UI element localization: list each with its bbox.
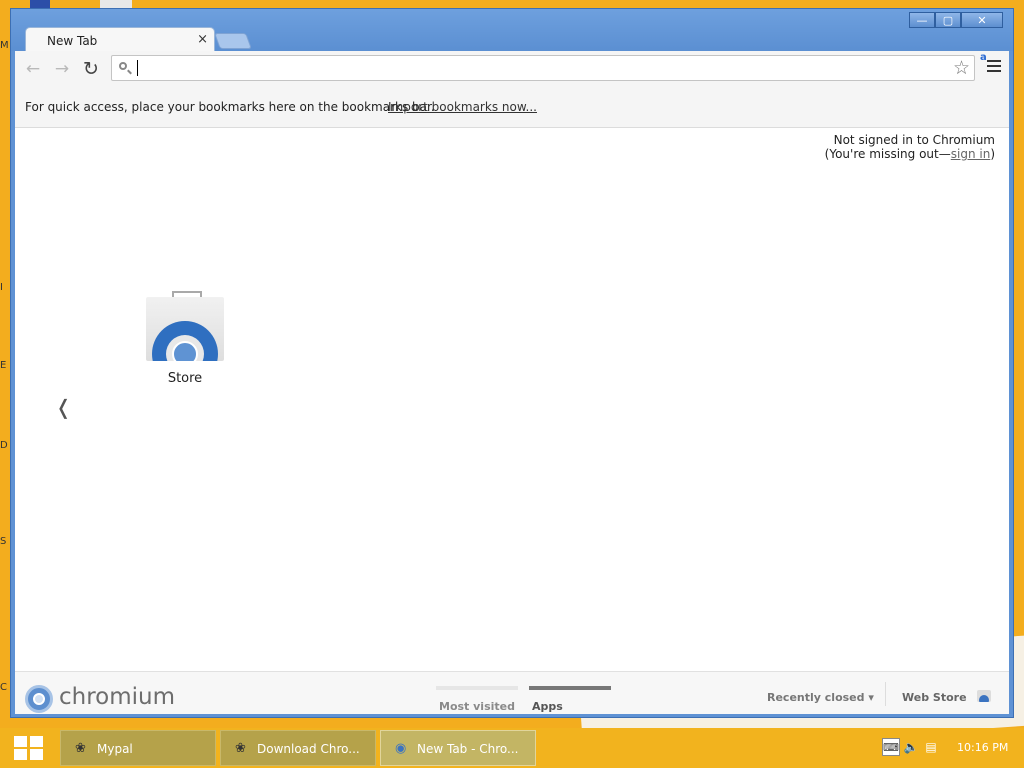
- web-store-icon: [146, 291, 224, 361]
- signin-status: Not signed in to Chromium: [833, 133, 995, 147]
- tab-apps[interactable]: Apps: [529, 686, 611, 713]
- bookmark-star-icon[interactable]: ☆: [953, 57, 970, 79]
- mypal-icon: ❀: [75, 741, 86, 756]
- browser-window: — ▢ ✕ New Tab × ← → ↻ ☆ a For quick acce…: [10, 8, 1014, 718]
- task-label: New Tab - Chro...: [417, 742, 519, 756]
- tab-title: New Tab: [47, 34, 98, 48]
- signin-suffix: ): [990, 147, 995, 161]
- text-caret: [137, 60, 138, 76]
- desktop-icon[interactable]: [100, 0, 132, 8]
- omnibox[interactable]: ☆: [111, 55, 975, 81]
- task-label: Download Chro...: [257, 742, 360, 756]
- window-controls: — ▢ ✕: [909, 12, 1003, 28]
- taskbar-item-download[interactable]: ❀ Download Chro...: [220, 730, 376, 766]
- ntp-footer: chromium Most visited Apps Recently clos…: [15, 671, 1009, 714]
- tab-label: Most visited: [439, 700, 515, 713]
- import-bookmarks-link[interactable]: Import bookmarks now...: [388, 100, 537, 114]
- bookmarks-bar-message: For quick access, place your bookmarks h…: [25, 100, 435, 114]
- volume-icon[interactable]: 🔈: [902, 738, 920, 756]
- desktop-icon[interactable]: [30, 0, 50, 8]
- clock[interactable]: 10:16 PM: [957, 741, 1008, 754]
- chromium-icon: ◉: [395, 741, 407, 756]
- signin-missing-out: (You're missing out—sign in): [825, 147, 995, 161]
- search-icon: [119, 62, 127, 70]
- recently-closed-menu[interactable]: Recently closed ▾: [767, 691, 874, 704]
- tab-new-tab[interactable]: New Tab ×: [25, 27, 215, 53]
- minimize-button[interactable]: —: [909, 12, 935, 28]
- taskbar-item-mypal[interactable]: ❀ Mypal: [60, 730, 216, 766]
- brand-name: chromium: [59, 684, 176, 710]
- forward-arrow-icon[interactable]: →: [52, 59, 72, 79]
- address-input[interactable]: [136, 59, 940, 79]
- close-window-button[interactable]: ✕: [961, 12, 1003, 28]
- tab-close-icon[interactable]: ×: [197, 32, 208, 47]
- web-store-small-icon[interactable]: [977, 690, 991, 702]
- mypal-icon: ❀: [235, 741, 246, 756]
- back-arrow-icon[interactable]: ←: [23, 59, 43, 79]
- web-store-link[interactable]: Web Store: [902, 691, 967, 704]
- previous-page-chevron-icon[interactable]: ❬: [55, 395, 72, 419]
- signin-promo: Not signed in to Chromium (You're missin…: [825, 133, 995, 161]
- taskbar: ❀ Mypal ❀ Download Chro... ◉ New Tab - C…: [0, 728, 1024, 768]
- tab-most-visited[interactable]: Most visited: [436, 686, 518, 713]
- taskbar-item-new-tab[interactable]: ◉ New Tab - Chro...: [380, 730, 536, 766]
- signin-prefix: (You're missing out—: [824, 147, 951, 161]
- maximize-button[interactable]: ▢: [935, 12, 961, 28]
- footer-divider: [885, 682, 886, 706]
- keyboard-icon[interactable]: ⌨: [882, 738, 900, 756]
- task-label: Mypal: [97, 742, 133, 756]
- network-icon[interactable]: ▤: [922, 738, 940, 756]
- chromium-logo-icon: [25, 685, 53, 713]
- start-button[interactable]: [14, 736, 44, 762]
- title-bar[interactable]: — ▢ ✕ New Tab ×: [11, 9, 1013, 53]
- extension-badge[interactable]: a: [980, 52, 987, 63]
- bookmarks-bar: For quick access, place your bookmarks h…: [15, 87, 1009, 128]
- system-tray: ⌨ 🔈 ▤: [882, 738, 944, 758]
- app-tile-store[interactable]: Store: [143, 291, 227, 386]
- sign-in-link[interactable]: sign in: [951, 147, 991, 161]
- app-label: Store: [167, 371, 203, 386]
- tab-label: Apps: [532, 700, 563, 713]
- toolbar: ← → ↻ ☆ a: [15, 51, 1009, 87]
- new-tab-button[interactable]: [214, 33, 252, 49]
- menu-icon[interactable]: [987, 60, 1001, 75]
- browser-content: ← → ↻ ☆ a For quick access, place your b…: [15, 51, 1009, 714]
- reload-icon[interactable]: ↻: [81, 59, 101, 79]
